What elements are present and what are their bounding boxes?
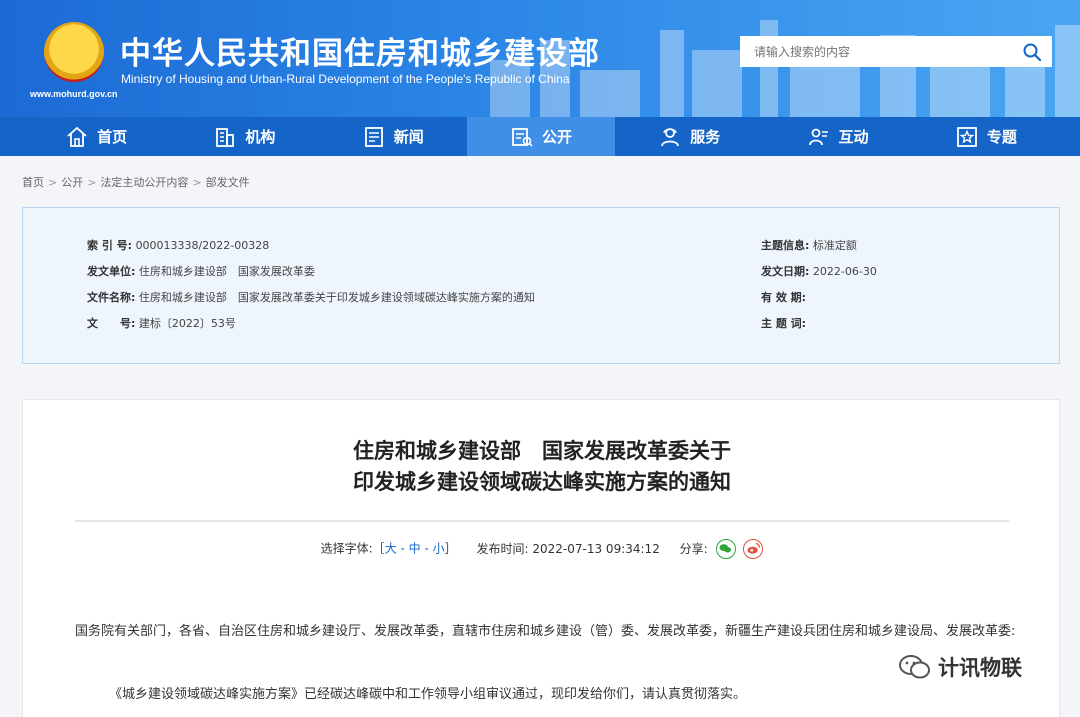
national-emblem-logo (44, 22, 104, 82)
service-icon (661, 127, 680, 146)
home-icon (67, 126, 87, 147)
breadcrumb-separator: > (192, 176, 202, 189)
wechat-share-icon[interactable] (715, 539, 736, 559)
nav-label: 机构 (245, 128, 276, 146)
news-icon (364, 126, 383, 147)
watermark: 计讯物联 (898, 652, 1022, 682)
info-issue-date: 发文日期: 2022-06-30 (761, 265, 877, 278)
nav-item-organization[interactable]: 机构 (170, 117, 318, 156)
wechat-watermark-icon (899, 655, 930, 679)
watermark-text: 计讯物联 (938, 656, 1022, 680)
publish-time: 发布时间: 2022-07-13 09:34:12 (476, 541, 660, 556)
main-nav: 首页 机构 新闻 公开 服务 互动 专题 (0, 117, 1080, 156)
article-meta: 选择字体:［大 - 中 - 小］ 发布时间: 2022-07-13 09:34:… (23, 539, 1061, 559)
nav-item-service[interactable]: 服务 (615, 117, 763, 156)
nav-label: 新闻 (393, 128, 424, 146)
nav-item-news[interactable]: 新闻 (319, 117, 467, 156)
site-url: www.mohurd.gov.cn (30, 89, 118, 99)
nav-label: 公开 (541, 128, 572, 146)
breadcrumb-statutory-disclosure[interactable]: 法定主动公开内容 (100, 176, 188, 189)
article-title-line1: 住房和城乡建设部 国家发展改革委关于 (353, 439, 731, 463)
site-subtitle: Ministry of Housing and Urban-Rural Deve… (121, 72, 570, 86)
search-box (740, 36, 1052, 67)
public-doc-icon (512, 127, 533, 147)
search-input[interactable] (740, 36, 1010, 67)
document-info-panel: 索 引 号: 000013338/2022-00328 发文单位: 住房和城乡建… (22, 207, 1060, 364)
site-header: www.mohurd.gov.cn 中华人民共和国住房和城乡建设部 Minist… (0, 0, 1080, 117)
share-label: 分享: (679, 541, 708, 556)
font-medium-link[interactable]: 中 (409, 542, 421, 556)
site-title: 中华人民共和国住房和城乡建设部 (120, 36, 600, 72)
breadcrumb-home[interactable]: 首页 (22, 176, 44, 189)
nav-label: 互动 (838, 128, 869, 146)
breadcrumb-public[interactable]: 公开 (61, 176, 83, 189)
nav-item-home[interactable]: 首页 (22, 117, 170, 156)
nav-label: 首页 (97, 128, 128, 146)
font-large-link[interactable]: 大 (385, 542, 397, 556)
breadcrumb: 首页 > 公开 > 法定主动公开内容 > 部发文件 (22, 174, 250, 190)
info-validity: 有 效 期: (761, 291, 807, 304)
weibo-share-icon[interactable] (743, 539, 764, 559)
article-paragraph-1: 国务院有关部门，各省、自治区住房和城乡建设厅、发展改革委，直辖市住房和城乡建设（… (75, 624, 1016, 639)
interaction-icon (808, 128, 828, 145)
search-icon[interactable] (1022, 42, 1042, 62)
info-topic: 主题信息: 标准定额 (761, 239, 857, 252)
info-index-number: 索 引 号: 000013338/2022-00328 (87, 239, 270, 252)
info-file-name: 文件名称: 住房和城乡建设部 国家发展改革委关于印发城乡建设领域碳达峰实施方案的… (87, 291, 535, 304)
info-keywords: 主 题 词: (761, 317, 807, 330)
font-small-link[interactable]: 小 (433, 542, 445, 556)
article-paragraph-2: 《城乡建设领域碳达峰实施方案》已经碳达峰碳中和工作领导小组审议通过，现印发给你们… (109, 687, 747, 702)
divider (75, 520, 1009, 522)
building-icon (216, 127, 235, 147)
breadcrumb-separator: > (48, 176, 58, 189)
breadcrumb-ministry-documents[interactable]: 部发文件 (206, 176, 250, 189)
nav-label: 专题 (986, 128, 1017, 146)
nav-item-special-topics[interactable]: 专题 (912, 117, 1060, 156)
breadcrumb-separator: > (87, 176, 97, 189)
info-issuer: 发文单位: 住房和城乡建设部 国家发展改革委 (87, 265, 315, 278)
nav-item-public[interactable]: 公开 (466, 117, 616, 156)
nav-label: 服务 (690, 128, 721, 146)
nav-item-interaction[interactable]: 互动 (763, 117, 911, 156)
font-size-selector: 选择字体:［大 - 中 - 小］ (320, 541, 461, 556)
info-document-number: 文 号: 建标〔2022〕53号 (87, 317, 236, 330)
article-title: 住房和城乡建设部 国家发展改革委关于 印发城乡建设领域碳达峰实施方案的通知 (23, 436, 1061, 498)
article-title-line2: 印发城乡建设领域碳达峰实施方案的通知 (353, 470, 731, 494)
star-icon (956, 126, 977, 147)
